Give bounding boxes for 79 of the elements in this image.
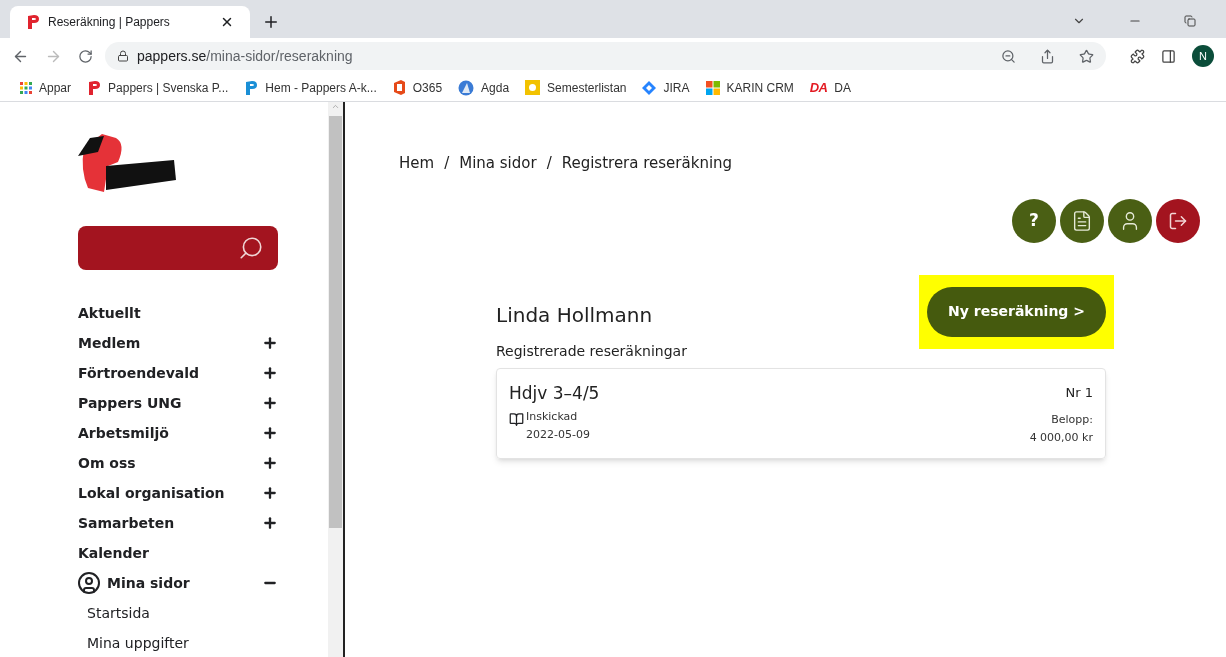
extensions-icon[interactable] [1130, 48, 1145, 64]
expand-icon[interactable] [262, 395, 278, 411]
sidebar-link[interactable]: Aktuellt [78, 302, 141, 324]
sidebar-link[interactable]: Kalender [78, 542, 149, 564]
search-icon[interactable] [238, 235, 264, 261]
close-icon[interactable] [220, 15, 234, 29]
book-icon [509, 412, 524, 427]
new-tab-icon[interactable] [262, 13, 280, 31]
expand-icon[interactable] [262, 365, 278, 381]
diamond-logo-icon [642, 80, 657, 95]
bookmark-link[interactable]: KARIN CRM [726, 78, 794, 97]
apps-grid-icon [20, 81, 32, 94]
breadcrumb-link[interactable]: Registrera reseräkning [561, 152, 733, 175]
sidebar-link[interactable]: Förtroendevald [78, 362, 200, 384]
sidebar-link[interactable]: Medlem [78, 332, 141, 354]
bookmark-link[interactable]: DA [834, 78, 851, 97]
bookmark-link[interactable]: Appar [39, 78, 72, 97]
sidebar-link[interactable]: Samarbeten [78, 512, 175, 534]
user-name: Linda Hollmann [496, 301, 653, 329]
new-claim-button[interactable]: Ny reseräkning > [927, 286, 1106, 337]
restore-icon[interactable] [1184, 15, 1196, 27]
logout-icon [1168, 210, 1188, 231]
expand-icon[interactable] [262, 455, 278, 471]
breadcrumb-link[interactable]: Hem [399, 152, 435, 175]
sidebar-link[interactable]: Arbetsmiljö [78, 422, 169, 444]
bookmark-link[interactable]: Agda [481, 78, 510, 97]
sidebar-link[interactable]: Lokal organisation [78, 482, 225, 504]
lock-icon [117, 50, 129, 62]
bookmark-link[interactable]: Semesterlistan [547, 78, 627, 97]
tab-title: Reseräkning | Pappers [48, 14, 171, 31]
da-logo: DA [809, 78, 828, 97]
side-panel-icon[interactable] [1161, 48, 1176, 64]
amount-label: Belopp: [1051, 412, 1093, 428]
sidebar-link[interactable]: Om oss [78, 452, 136, 474]
bookmark-star-icon[interactable] [1079, 48, 1094, 64]
sidebar-sublink[interactable]: Mina uppgifter [87, 632, 189, 654]
zoom-icon[interactable] [1001, 48, 1016, 64]
expand-icon[interactable] [262, 485, 278, 501]
bookmark-link[interactable]: JIRA [663, 78, 690, 97]
help-button[interactable]: ? [1012, 198, 1056, 243]
breadcrumb-separator: / [546, 153, 552, 174]
profile-avatar[interactable]: N [1192, 45, 1214, 67]
profile-button[interactable] [1108, 198, 1152, 243]
pappers-logo-icon [26, 14, 40, 30]
claim-card[interactable]: Hdjv 3–4/5 Inskickad 2022-05-09 Nr 1 Belopp: 4 000,00 kr [496, 367, 1106, 459]
breadcrumb-link[interactable]: Mina sidor [459, 152, 537, 175]
scrollbar[interactable] [328, 102, 343, 657]
browser-tab[interactable]: Reseräkning | Pappers [10, 6, 250, 38]
claim-amount: 4 000,00 kr [1029, 429, 1093, 446]
logout-button[interactable] [1156, 198, 1200, 243]
windows-logo-icon [705, 80, 720, 95]
breadcrumb-separator: / [444, 153, 450, 174]
sidebar-link[interactable]: Pappers UNG [78, 392, 182, 414]
claim-date: 2022-05-09 [526, 426, 590, 443]
user-icon [77, 571, 101, 595]
notes-button[interactable] [1060, 198, 1104, 243]
bookmark-link[interactable]: Pappers | Svenska P... [108, 78, 229, 97]
claim-number: Nr 1 [1065, 383, 1093, 402]
bookmark-link[interactable]: Hem - Pappers A-k... [265, 78, 377, 97]
claim-status: Inskickad [526, 409, 579, 425]
search-field[interactable] [78, 226, 278, 270]
sidebar-sublink[interactable]: Startsida [87, 602, 150, 624]
share-icon[interactable] [1040, 48, 1055, 64]
sidebar-link[interactable]: Mina sidor [107, 572, 190, 594]
scrollbar-thumb[interactable] [329, 116, 342, 528]
sun-icon [525, 80, 541, 95]
pappers-logo-icon [87, 79, 102, 96]
url-text: pappers.se/mina-sidor/reserakning [137, 46, 354, 66]
address-bar[interactable]: pappers.se/mina-sidor/reserakning [105, 42, 1106, 70]
agda-logo-icon [458, 79, 475, 96]
claim-title: Hdjv 3–4/5 [509, 381, 600, 405]
office-logo-icon [392, 80, 406, 95]
letter-p-logo-icon [244, 79, 259, 96]
list-heading: Registrerade reseräkningar [496, 341, 688, 361]
expand-icon[interactable] [262, 515, 278, 531]
expand-icon[interactable] [262, 425, 278, 441]
bookmark-link[interactable]: O365 [412, 78, 443, 97]
reload-icon[interactable] [78, 48, 93, 64]
expand-icon[interactable] [262, 335, 278, 351]
